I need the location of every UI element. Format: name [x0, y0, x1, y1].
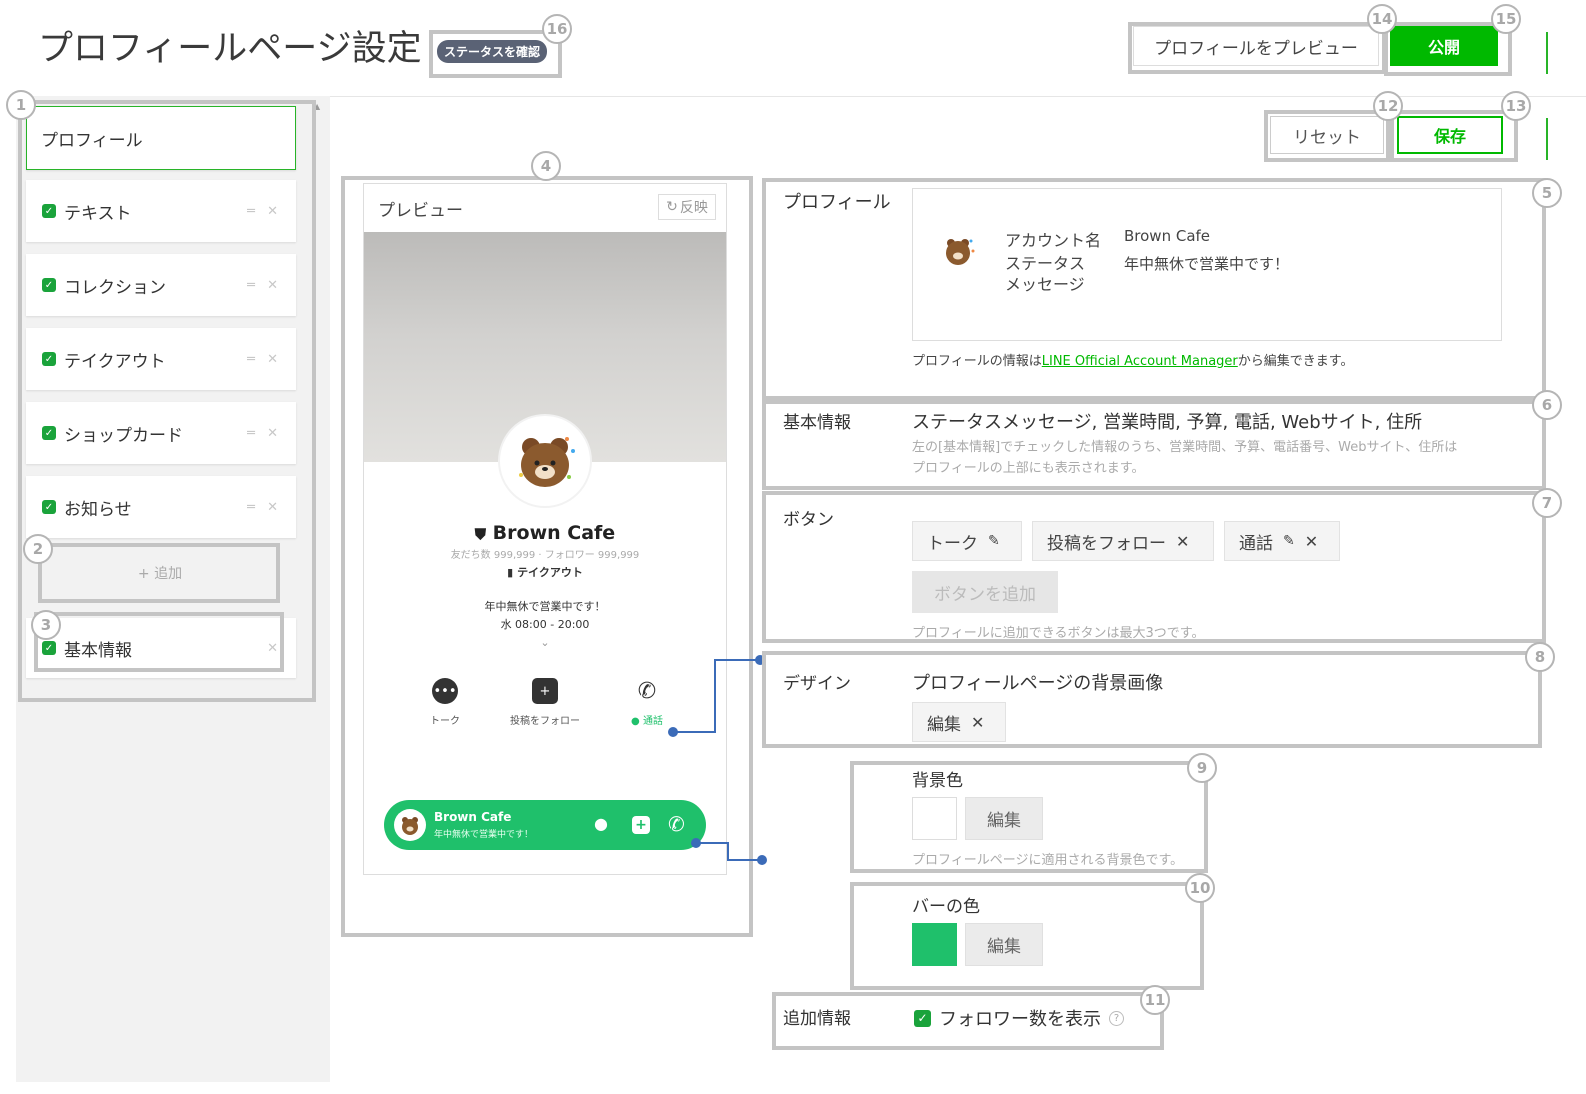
callout-number: 5 [1532, 178, 1562, 208]
callout-box-12 [1264, 110, 1390, 162]
callout-number: 1 [6, 90, 36, 120]
callout-number: 10 [1185, 873, 1215, 903]
callout-number: 11 [1140, 985, 1170, 1015]
callout-number: 15 [1491, 4, 1521, 34]
callout-box-6 [762, 400, 1546, 490]
callout-box-16 [429, 30, 562, 78]
callout-box-8 [762, 651, 1542, 748]
callout-box-9 [850, 761, 1208, 873]
callout-number: 8 [1525, 642, 1555, 672]
callout-box-10 [850, 882, 1204, 990]
callout-box-7 [762, 491, 1546, 643]
callout-number: 13 [1501, 91, 1531, 121]
callout-number: 14 [1367, 4, 1397, 34]
callout-number: 3 [31, 610, 61, 640]
callout-number: 6 [1532, 390, 1562, 420]
callout-number: 9 [1187, 753, 1217, 783]
callout-number: 7 [1532, 488, 1562, 518]
callout-box-5 [762, 178, 1546, 400]
callout-number: 16 [542, 14, 572, 44]
callout-box-14 [1128, 22, 1386, 74]
callout-box-15 [1384, 22, 1512, 76]
callout-number: 2 [23, 534, 53, 564]
callout-box-1 [18, 100, 316, 702]
callout-number: 12 [1373, 91, 1403, 121]
page-title: プロフィールページ設定 [38, 29, 422, 69]
callout-box-13 [1390, 110, 1518, 162]
callout-number: 4 [531, 151, 561, 181]
header-edge-line [1546, 32, 1548, 74]
save-edge-line [1546, 118, 1548, 160]
callout-box-11 [772, 992, 1164, 1050]
